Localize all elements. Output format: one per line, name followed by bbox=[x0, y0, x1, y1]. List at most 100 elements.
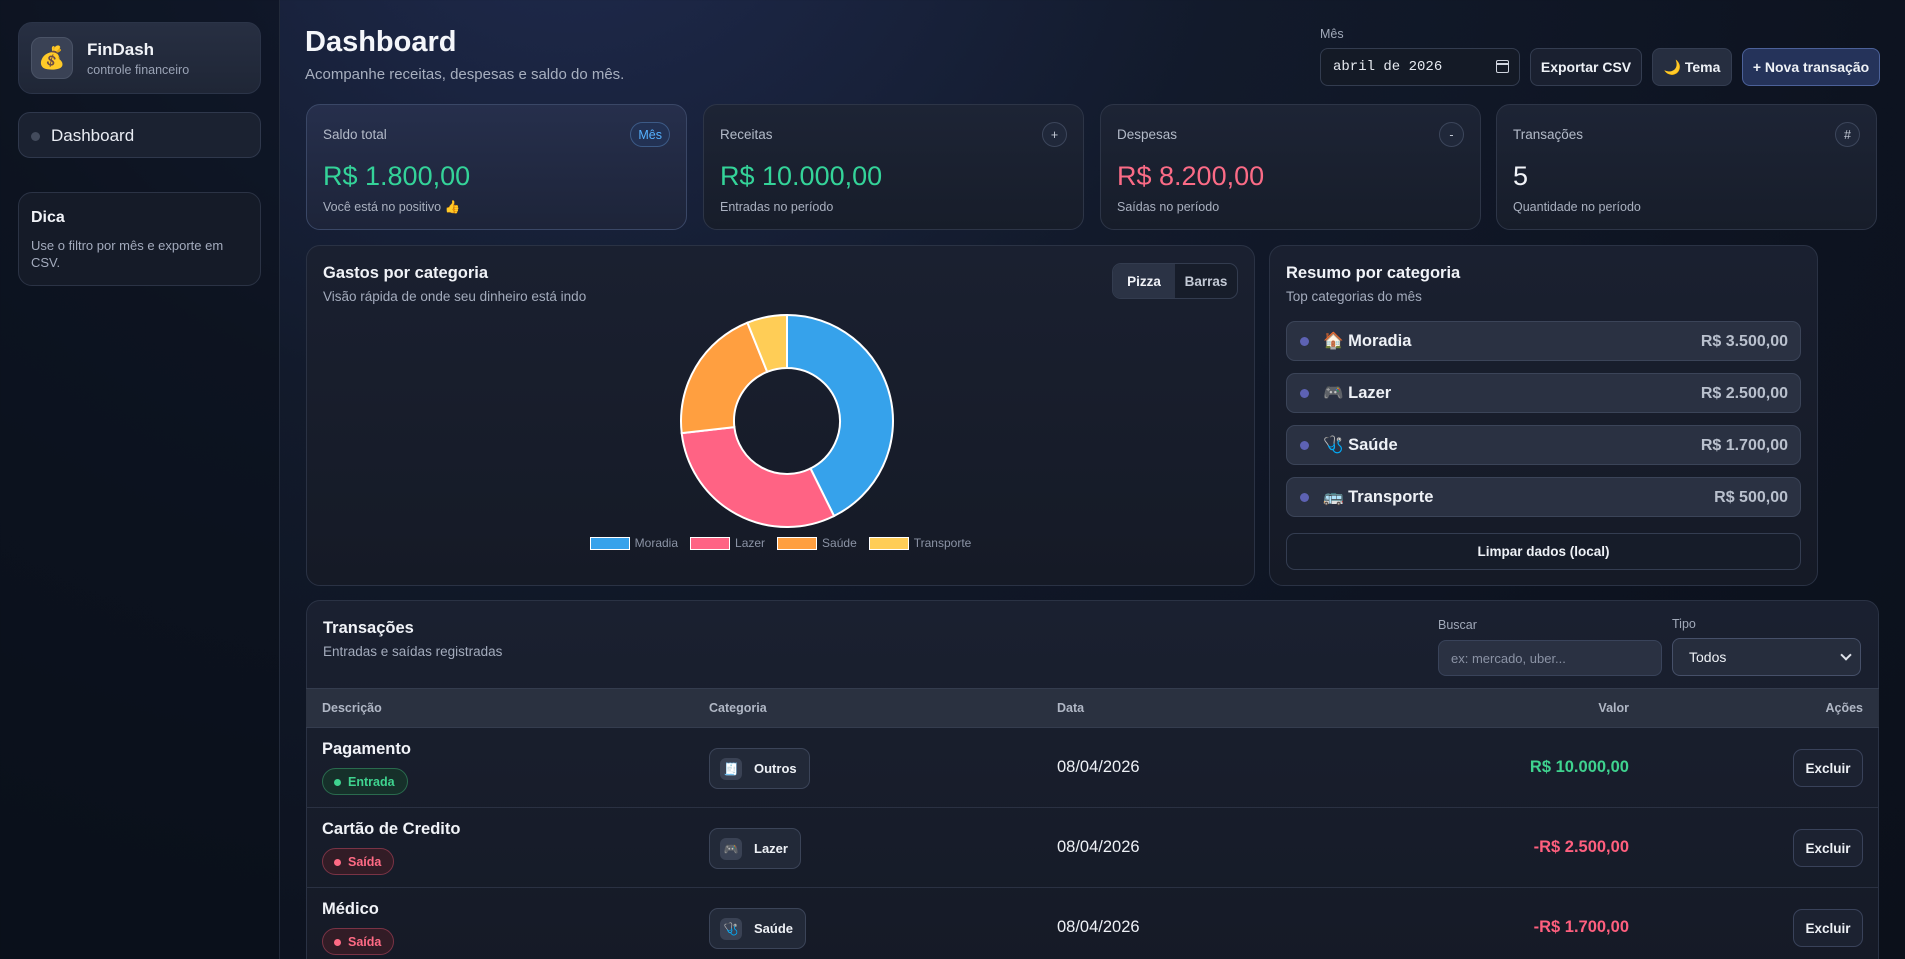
stat-value: R$ 8.200,00 bbox=[1117, 161, 1265, 191]
legend-item[interactable]: Lazer bbox=[690, 536, 765, 550]
gamepad-icon: 🎮 bbox=[720, 838, 742, 860]
column-header: Ações bbox=[1825, 701, 1863, 715]
category-chip: 🎮 Lazer bbox=[709, 828, 801, 869]
receipt-icon: 🧾 bbox=[720, 758, 742, 780]
theme-toggle-button[interactable]: 🌙 Tema bbox=[1652, 48, 1732, 86]
summary-item-amount: R$ 1.700,00 bbox=[1700, 437, 1788, 454]
clear-data-button[interactable]: Limpar dados (local) bbox=[1286, 533, 1801, 570]
legend-label: Transporte bbox=[913, 536, 972, 550]
legend-swatch bbox=[690, 536, 731, 550]
table-header: Descrição Categoria Data Valor Ações bbox=[306, 688, 1879, 728]
sidebar-item-label: Dashboard bbox=[51, 126, 135, 145]
money-bag-icon: 💰 bbox=[31, 37, 73, 79]
brand-card[interactable]: 💰 FinDash controle financeiro bbox=[18, 22, 261, 94]
chart-legend: Moradia Lazer Saúde Transporte bbox=[307, 536, 1254, 550]
stat-value: R$ 10.000,00 bbox=[720, 161, 883, 191]
row-description: Cartão de Credito bbox=[322, 820, 461, 838]
summary-title: Resumo por categoria bbox=[1286, 264, 1461, 282]
dot-icon bbox=[1300, 389, 1309, 398]
stat-badge: Mês bbox=[630, 122, 670, 147]
category-label: Lazer bbox=[754, 841, 788, 856]
sidebar-item-dashboard[interactable]: Dashboard bbox=[18, 112, 261, 158]
legend-item[interactable]: Transporte bbox=[868, 536, 972, 550]
stat-value: 5 bbox=[1513, 161, 1529, 191]
month-label: Mês bbox=[1320, 27, 1344, 41]
stat-label: Transações bbox=[1513, 127, 1584, 142]
type-label: Tipo bbox=[1672, 617, 1696, 631]
legend-label: Saúde bbox=[822, 536, 857, 550]
row-date: 08/04/2026 bbox=[1057, 758, 1140, 776]
delete-button[interactable]: Excluir bbox=[1793, 909, 1863, 947]
type-badge: Entrada bbox=[322, 768, 408, 795]
tip-text: Use o filtro por mês e exporte em CSV. bbox=[31, 238, 224, 270]
stat-badge: - bbox=[1439, 122, 1464, 147]
transactions-subtitle: Entradas e saídas registradas bbox=[323, 644, 503, 659]
calendar-icon[interactable] bbox=[1496, 60, 1509, 73]
search-label: Buscar bbox=[1438, 618, 1477, 632]
export-csv-button[interactable]: Exportar CSV bbox=[1530, 48, 1642, 86]
legend-label: Moradia bbox=[634, 536, 679, 550]
type-badge: Saída bbox=[322, 848, 395, 875]
row-date: 08/04/2026 bbox=[1057, 838, 1140, 856]
category-label: Saúde bbox=[754, 921, 794, 936]
column-header: Valor bbox=[1598, 701, 1629, 715]
sidebar: 💰 FinDash controle financeiro Dashboard … bbox=[0, 0, 280, 959]
tip-title: Dica bbox=[31, 209, 65, 226]
transactions-title: Transações bbox=[323, 619, 414, 637]
table-row: Médico Saída 🩺 Saúde 08/04/2026 -R$ 1.70… bbox=[306, 888, 1879, 959]
summary-item[interactable]: 🏠 Moradia R$ 3.500,00 bbox=[1286, 321, 1801, 361]
summary-item-name: 🎮 Lazer bbox=[1323, 384, 1392, 402]
month-picker[interactable]: abril de 2026 bbox=[1320, 48, 1520, 86]
stat-note: Entradas no período bbox=[720, 200, 834, 214]
stat-label: Receitas bbox=[720, 127, 773, 142]
legend-label: Lazer bbox=[735, 536, 766, 550]
summary-item-amount: R$ 3.500,00 bbox=[1700, 333, 1788, 350]
summary-item-name: 🚌 Transporte bbox=[1323, 488, 1434, 506]
new-transaction-button[interactable]: + Nova transação bbox=[1742, 48, 1880, 86]
summary-item[interactable]: 🚌 Transporte R$ 500,00 bbox=[1286, 477, 1801, 517]
row-description: Médico bbox=[322, 900, 379, 918]
type-select-value: Todos bbox=[1689, 649, 1727, 665]
legend-swatch bbox=[589, 536, 630, 550]
stat-value: R$ 1.800,00 bbox=[323, 161, 471, 191]
table-row: Cartão de Credito Saída 🎮 Lazer 08/04/20… bbox=[306, 808, 1879, 888]
slice-lazer[interactable] bbox=[680, 425, 836, 528]
stat-card-expenses: Despesas - R$ 8.200,00 Saídas no período bbox=[1100, 104, 1481, 230]
summary-item-name: 🩺 Saúde bbox=[1323, 436, 1398, 454]
legend-item[interactable]: Saúde bbox=[777, 536, 857, 550]
stat-note: Você está no positivo 👍 bbox=[323, 200, 461, 214]
summary-subtitle: Top categorias do mês bbox=[1286, 289, 1422, 304]
tip-card: Dica Use o filtro por mês e exporte em C… bbox=[18, 192, 261, 286]
category-chip: 🧾 Outros bbox=[709, 748, 810, 789]
row-description: Pagamento bbox=[322, 740, 411, 758]
chart-panel: Gastos por categoria Visão rápida de ond… bbox=[306, 245, 1255, 586]
row-value: -R$ 1.700,00 bbox=[1533, 918, 1629, 936]
dot-icon bbox=[1300, 441, 1309, 450]
column-header: Categoria bbox=[709, 701, 767, 715]
page-title: Dashboard bbox=[305, 26, 457, 58]
search-input[interactable] bbox=[1438, 640, 1662, 676]
delete-button[interactable]: Excluir bbox=[1793, 829, 1863, 867]
stat-label: Despesas bbox=[1117, 127, 1178, 142]
summary-item-amount: R$ 500,00 bbox=[1714, 489, 1788, 506]
row-value: -R$ 2.500,00 bbox=[1533, 838, 1629, 856]
stat-card-income: Receitas + R$ 10.000,00 Entradas no perí… bbox=[703, 104, 1084, 230]
dot-icon bbox=[1300, 493, 1309, 502]
row-date: 08/04/2026 bbox=[1057, 918, 1140, 936]
month-value: abril de 2026 bbox=[1333, 59, 1443, 75]
stethoscope-icon: 🩺 bbox=[720, 918, 742, 940]
legend-item[interactable]: Moradia bbox=[589, 536, 679, 550]
stat-label: Saldo total bbox=[323, 127, 387, 142]
summary-item[interactable]: 🩺 Saúde R$ 1.700,00 bbox=[1286, 425, 1801, 465]
summary-panel: Resumo por categoria Top categorias do m… bbox=[1269, 245, 1818, 586]
page-subtitle: Acompanhe receitas, despesas e saldo do … bbox=[305, 66, 625, 83]
stat-note: Quantidade no período bbox=[1513, 200, 1641, 214]
stat-badge: # bbox=[1835, 122, 1860, 147]
type-badge: Saída bbox=[322, 928, 395, 955]
delete-button[interactable]: Excluir bbox=[1793, 749, 1863, 787]
type-select[interactable]: Todos bbox=[1672, 638, 1861, 676]
summary-item-name: 🏠 Moradia bbox=[1323, 332, 1412, 350]
summary-item[interactable]: 🎮 Lazer R$ 2.500,00 bbox=[1286, 373, 1801, 413]
column-header: Descrição bbox=[322, 701, 382, 715]
table-row: Pagamento Entrada 🧾 Outros 08/04/2026 R$… bbox=[306, 728, 1879, 808]
